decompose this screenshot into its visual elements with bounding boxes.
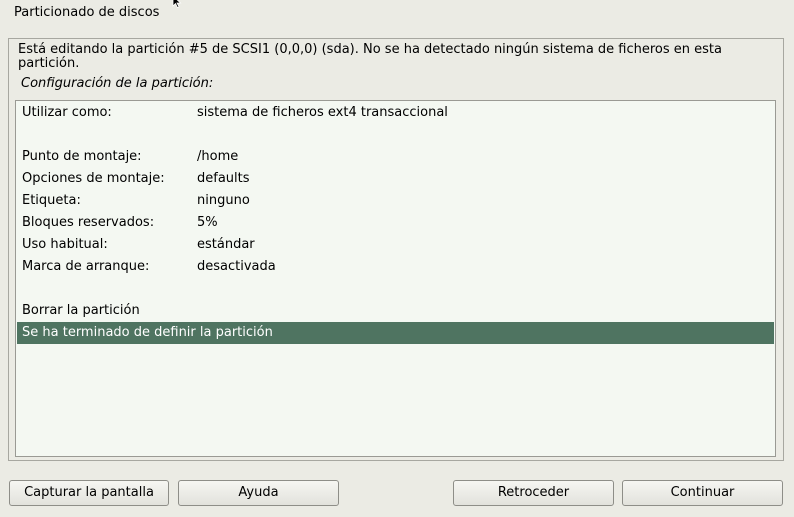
action-label: Se ha terminado de definir la partición (22, 325, 273, 340)
setting-row-reserved-blocks[interactable]: Bloques reservados: 5% (17, 212, 774, 234)
setting-value: /home (197, 149, 239, 164)
partition-settings-list[interactable]: Utilizar como: sistema de ficheros ext4 … (15, 100, 776, 457)
setting-row-bootable-flag[interactable]: Marca de arranque: desactivada (17, 256, 774, 278)
setting-row-mount-point[interactable]: Punto de montaje: /home (17, 146, 774, 168)
setting-value: defaults (197, 171, 250, 186)
setting-value: sistema de ficheros ext4 transaccional (197, 105, 448, 120)
mouse-pointer-icon (172, 0, 182, 8)
setting-key: Bloques reservados: (22, 215, 155, 230)
setting-key: Punto de montaje: (22, 149, 142, 164)
action-delete-partition[interactable]: Borrar la partición (17, 300, 774, 322)
help-button[interactable]: Ayuda (178, 480, 339, 506)
setting-value: desactivada (197, 259, 276, 274)
partition-info-message: Está editando la partición #5 de SCSI1 (… (18, 42, 722, 71)
setting-row-mount-options[interactable]: Opciones de montaje: defaults (17, 168, 774, 190)
setting-key: Utilizar como: (22, 105, 112, 120)
setting-row-use-as[interactable]: Utilizar como: sistema de ficheros ext4 … (17, 102, 774, 124)
back-button[interactable]: Retroceder (453, 480, 614, 506)
action-done-setting-up-partition[interactable]: Se ha terminado de definir la partición (17, 322, 774, 344)
setting-key: Opciones de montaje: (22, 171, 165, 186)
window-title: Particionado de discos (14, 5, 160, 20)
screenshot-button[interactable]: Capturar la pantalla (9, 480, 169, 506)
setting-key: Marca de arranque: (22, 259, 150, 274)
setting-value: ninguno (197, 193, 250, 208)
partition-settings-subtitle: Configuración de la partición: (21, 76, 214, 91)
setting-value: 5% (197, 215, 218, 230)
setting-value: estándar (197, 237, 255, 252)
continue-button[interactable]: Continuar (622, 480, 783, 506)
setting-key: Etiqueta: (22, 193, 81, 208)
setting-row-label[interactable]: Etiqueta: ninguno (17, 190, 774, 212)
setting-row-typical-usage[interactable]: Uso habitual: estándar (17, 234, 774, 256)
action-label: Borrar la partición (22, 303, 140, 318)
setting-key: Uso habitual: (22, 237, 108, 252)
